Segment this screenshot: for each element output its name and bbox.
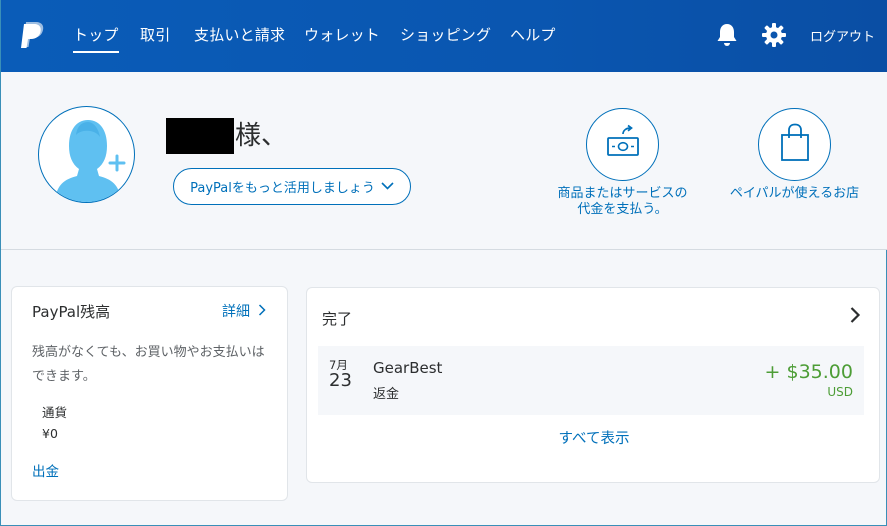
activity-card: 完了 7月 23 GearBest 返金 + $35.00 USD すべて表示 xyxy=(306,287,880,483)
nav-tab-transactions[interactable]: 取引 xyxy=(140,24,170,45)
greeting-suffix: 様、 xyxy=(235,121,288,151)
send-money-label-line-2: 代金を支払う。 xyxy=(577,202,668,217)
shopping-bag-icon xyxy=(778,123,812,167)
chevron-down-icon xyxy=(381,179,394,194)
promo-button-label: PayPalをもっと活用しましょう xyxy=(190,181,375,196)
transaction-type: 返金 xyxy=(373,387,400,402)
balance-card: PayPal残高 詳細 残高がなくても、お買い物やお支払いはできます。 通貨 ¥… xyxy=(11,286,288,501)
nav-tab-wallet[interactable]: ウォレット xyxy=(304,24,380,45)
withdraw-link[interactable]: 出金 xyxy=(32,460,59,480)
balance-description: 残高がなくても、お買い物やお支払いはできます。 xyxy=(32,345,265,384)
balance-details-link[interactable]: 詳細 xyxy=(222,301,267,321)
paypal-more-features-button[interactable]: PayPalをもっと活用しましょう xyxy=(173,168,411,205)
send-money-label-line-1: 商品またはサービスの xyxy=(557,186,688,201)
transaction-merchant: GearBest xyxy=(373,359,443,377)
nav-tab-payments-and-invoices[interactable]: 支払いと請求 xyxy=(194,24,285,45)
balance-title: PayPal残高 xyxy=(32,303,111,321)
show-all-link[interactable]: すべて表示 xyxy=(307,427,881,448)
top-navigation-bar: トップ 取引 支払いと請求 ウォレット ショッピング ヘルプ ログアウト xyxy=(1,0,887,72)
nav-tab-help[interactable]: ヘルプ xyxy=(510,24,556,45)
transaction-day: 23 xyxy=(329,370,352,391)
nav-tab-shopping[interactable]: ショッピング xyxy=(400,24,491,45)
bell-icon[interactable] xyxy=(715,22,739,52)
logout-link[interactable]: ログアウト xyxy=(810,26,875,45)
transaction-amount: + $35.00 xyxy=(764,361,853,383)
currency-label: 通貨 xyxy=(42,405,68,420)
transaction-row[interactable]: 7月 23 GearBest 返金 + $35.00 USD xyxy=(318,346,864,415)
paypal-shops-button[interactable] xyxy=(758,108,831,181)
send-money-label[interactable]: 商品またはサービスの 代金を支払う。 xyxy=(541,186,704,218)
paypal-shops-label[interactable]: ペイパルが使えるお店 xyxy=(721,186,868,202)
activity-title: 完了 xyxy=(322,310,353,328)
nav-tab-top[interactable]: トップ xyxy=(73,24,119,53)
paypal-logo-icon[interactable] xyxy=(19,20,45,50)
gear-icon[interactable] xyxy=(761,22,787,52)
redacted-user-name xyxy=(166,118,234,154)
send-money-button[interactable] xyxy=(586,108,659,181)
user-avatar-add-icon[interactable] xyxy=(38,106,135,203)
chevron-right-icon[interactable] xyxy=(849,306,861,328)
transaction-currency: USD xyxy=(827,385,853,399)
send-money-icon xyxy=(604,124,642,166)
balance-details-label: 詳細 xyxy=(222,304,250,320)
chevron-right-icon xyxy=(254,304,267,320)
balance-amount: ¥0 xyxy=(42,426,58,441)
